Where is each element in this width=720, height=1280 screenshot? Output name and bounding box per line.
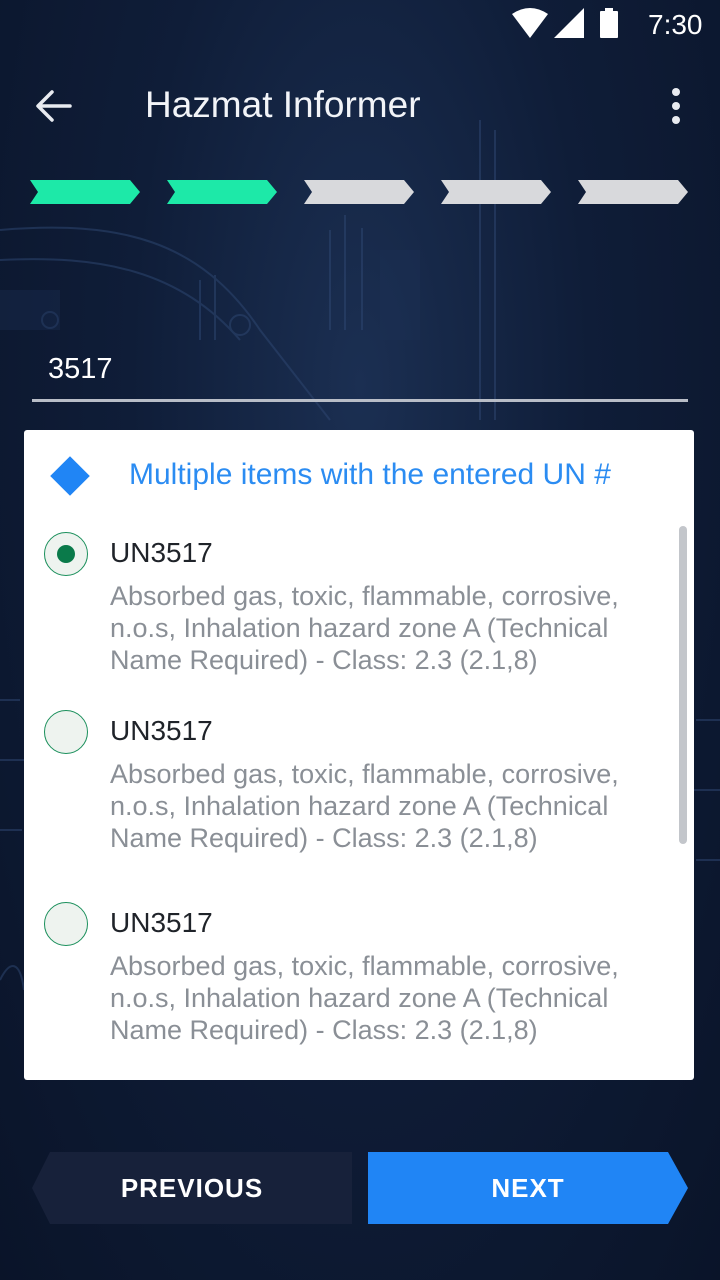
radio-dot bbox=[57, 545, 75, 563]
option-code: UN3517 bbox=[110, 537, 213, 568]
option-description: Absorbed gas, toxic, flammable, corrosiv… bbox=[110, 951, 619, 1045]
radio-button[interactable] bbox=[44, 710, 88, 754]
diamond-icon bbox=[50, 456, 90, 496]
arrow-left-icon bbox=[36, 90, 72, 122]
step-indicator-complete bbox=[167, 180, 277, 204]
step-indicator-pending bbox=[304, 180, 414, 204]
option-code: UN3517 bbox=[110, 715, 213, 746]
previous-button-label: PREVIOUS bbox=[120, 1172, 264, 1203]
option-description: Absorbed gas, toxic, flammable, corrosiv… bbox=[110, 759, 619, 853]
more-options-button[interactable] bbox=[660, 82, 692, 130]
scrollbar[interactable] bbox=[679, 526, 687, 844]
step-indicator-pending bbox=[578, 180, 688, 204]
status-time: 7:30 bbox=[648, 9, 703, 40]
results-card-title: Multiple items with the entered UN # bbox=[129, 458, 611, 491]
previous-button[interactable]: PREVIOUS bbox=[32, 1152, 352, 1224]
un-number-input[interactable] bbox=[32, 340, 688, 402]
results-card: Multiple items with the entered UN # UN3… bbox=[24, 430, 694, 1080]
step-progress-indicator bbox=[30, 180, 690, 206]
more-vert-icon bbox=[672, 88, 680, 124]
wifi-icon bbox=[512, 8, 548, 38]
next-button[interactable]: NEXT bbox=[368, 1152, 688, 1224]
option-description: Absorbed gas, toxic, flammable, corrosiv… bbox=[110, 581, 619, 675]
signal-icon bbox=[554, 8, 584, 38]
back-button[interactable] bbox=[30, 84, 82, 128]
radio-button-selected[interactable] bbox=[44, 532, 88, 576]
battery-icon bbox=[600, 8, 618, 38]
option-code: UN3517 bbox=[110, 907, 213, 938]
app-bar: Hazmat Informer bbox=[0, 64, 720, 148]
results-card-header: Multiple items with the entered UN # bbox=[42, 448, 662, 504]
step-indicator-complete bbox=[30, 180, 140, 204]
next-button-label: NEXT bbox=[491, 1172, 565, 1203]
app-title: Hazmat Informer bbox=[145, 84, 421, 125]
step-indicator-pending bbox=[441, 180, 551, 204]
radio-button[interactable] bbox=[44, 902, 88, 946]
status-bar: 7:30 bbox=[0, 0, 720, 48]
